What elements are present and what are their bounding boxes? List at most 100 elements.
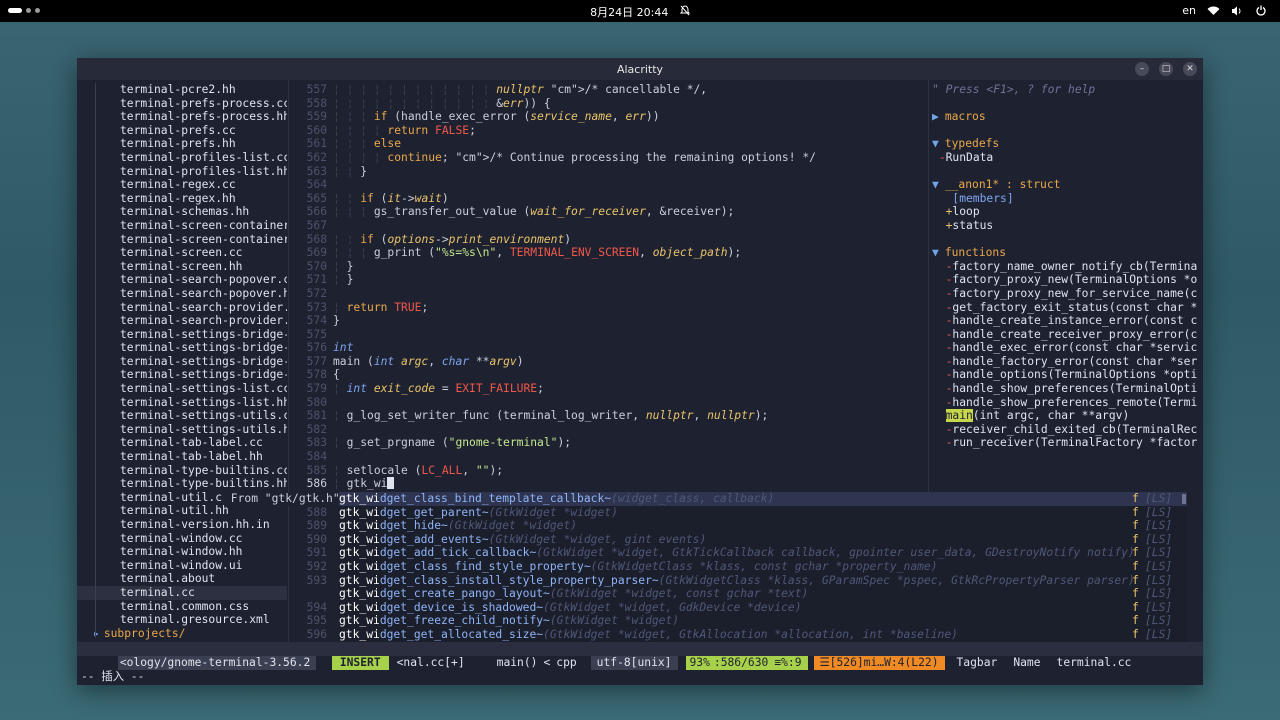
code-text[interactable]: continue; "cm">/* Continue processing th… [387, 151, 816, 164]
editor-pane[interactable]: 557 ¦ ¦ ¦ ¦ ¦ ¦ ¦ ¦ ¦ ¦ ¦ ¦ nullptr "cm">… [291, 83, 927, 491]
code-line[interactable]: 571 ¦ } [291, 273, 927, 287]
completion-name[interactable]: gtk_widget_add_events~ [339, 533, 489, 546]
completion-item[interactable]: gtk_widget_class_install_style_property_… [339, 574, 1187, 588]
tree-file-item[interactable]: terminal-prefs.hh [77, 137, 287, 151]
code-text[interactable]: g_set_prgname ("gnome-terminal"); [347, 436, 571, 449]
code-line[interactable]: 566 ¦ ¦ ¦ gs_transfer_out_value (wait_for… [291, 205, 927, 219]
completion-name[interactable]: gtk_widget_hide~ [339, 519, 448, 532]
title-bar[interactable]: Alacritty – □ ✕ [77, 58, 1203, 80]
tagbar-item[interactable]: -factory_proxy_new(TerminalOptions *o [932, 273, 1202, 287]
tree-file-item[interactable]: terminal.cc [77, 585, 287, 600]
code-text[interactable]: return TRUE; [347, 301, 429, 314]
terminal-area[interactable]: terminal-pcre2.hh terminal-prefs-process.… [77, 80, 1203, 685]
tagbar-item[interactable]: +loop [932, 205, 1202, 219]
completion-name[interactable]: gtk_widget_class_find_style_property~ [339, 560, 591, 573]
code-line[interactable]: 586 ¦ gtk_wi [291, 477, 927, 491]
code-line[interactable]: 581 ¦ g_log_set_writer_func (terminal_log… [291, 409, 927, 423]
tree-file-item[interactable]: terminal-search-popover.h [77, 287, 287, 301]
code-line[interactable]: 570 ¦ } [291, 260, 927, 274]
tagbar-item[interactable]: -RunData [932, 151, 1202, 165]
clock[interactable]: 8月24日 20:44 [0, 4, 1280, 20]
tree-file-item[interactable]: terminal-window.cc [77, 532, 287, 546]
code-line[interactable]: 563 ¦ ¦ } [291, 165, 927, 179]
code-line[interactable]: 560 ¦ ¦ ¦ ¦ return FALSE; [291, 124, 927, 138]
code-line[interactable]: 568 ¦ ¦ if (options->print_environment) [291, 233, 927, 247]
code-line[interactable]: 562 ¦ ¦ ¦ ¦ continue; "cm">/* Continue pr… [291, 151, 927, 165]
code-line[interactable]: 569 ¦ ¦ ¦ g_print ("%s=%s\n", TERMINAL_EN… [291, 246, 927, 260]
tree-file-item[interactable]: terminal-search-provider. [77, 314, 287, 328]
code-text[interactable]: g_log_set_writer_func (terminal_log_writ… [347, 409, 769, 422]
tagbar-group-functions[interactable]: ▼ functions [932, 246, 1202, 260]
tagbar-item-current[interactable]: main(int argc, char **argv) [932, 409, 1202, 423]
tree-file-item[interactable]: terminal-search-provider. [77, 301, 287, 315]
power-icon[interactable] [1254, 5, 1268, 17]
collapsed-icon[interactable]: ▶ [932, 110, 939, 123]
tree-file-item[interactable]: terminal-window.hh [77, 545, 287, 559]
code-line[interactable]: 561 ¦ ¦ ¦ else [291, 137, 927, 151]
tree-file-item[interactable]: terminal-settings-list.hh [77, 396, 287, 410]
code-text[interactable]: &err)) { [496, 97, 550, 110]
tree-file-item[interactable]: terminal-settings-utils.c [77, 409, 287, 423]
code-line[interactable]: 559 ¦ ¦ ¦ if (handle_exec_error (service_… [291, 110, 927, 124]
nerdtree-pane[interactable]: terminal-pcre2.hh terminal-prefs-process.… [77, 83, 287, 640]
tree-file-item[interactable]: terminal-screen-container [77, 233, 287, 247]
volume-icon[interactable] [1230, 5, 1244, 17]
maximize-icon[interactable]: □ [1159, 62, 1173, 76]
completion-item[interactable]: gtk_widget_device_is_shadowed~(GtkWidget… [339, 601, 1187, 615]
code-text[interactable]: } [347, 260, 354, 273]
tree-file-item[interactable]: terminal-version.hh.in [77, 518, 287, 532]
tree-file-item[interactable]: terminal-regex.hh [77, 192, 287, 206]
code-line[interactable]: 558 ¦ ¦ ¦ ¦ ¦ ¦ ¦ ¦ ¦ ¦ ¦ ¦ &err)) { [291, 97, 927, 111]
clock-text[interactable]: 8月24日 20:44 [590, 6, 668, 19]
completion-item[interactable]: gtk_widget_freeze_child_notify~(GtkWidge… [339, 614, 1187, 628]
completion-item[interactable]: gtk_widget_get_allocated_size~(GtkWidget… [339, 628, 1187, 642]
completion-name[interactable]: gtk_widget_create_pango_layout~ [339, 587, 550, 600]
completion-name[interactable]: gtk_widget_class_bind_template_callback~ [339, 492, 611, 505]
code-text[interactable]: { [333, 368, 340, 381]
code-text[interactable]: } [347, 273, 354, 286]
code-text[interactable]: int [333, 341, 353, 354]
code-line[interactable]: 567 [291, 219, 927, 233]
expanded-icon[interactable]: ▼ [932, 246, 939, 259]
tagbar-group-typedefs[interactable]: ▼ typedefs [932, 137, 1202, 151]
tagbar-members[interactable]: [members] [932, 192, 1202, 206]
completion-item[interactable]: gtk_widget_get_parent~(GtkWidget *widget… [339, 506, 1187, 520]
code-line[interactable]: 580 [291, 396, 927, 410]
keyboard-layout[interactable]: en [1182, 4, 1196, 17]
code-text[interactable]: g_print ("%s=%s\n", TERMINAL_ENV_SCREEN,… [374, 246, 741, 259]
tree-file-item[interactable]: terminal-prefs.cc [77, 124, 287, 138]
code-text[interactable]: nullptr "cm">/* cancellable */, [496, 83, 707, 96]
system-tray[interactable]: en [1182, 4, 1268, 17]
code-line[interactable]: 575 [291, 328, 927, 342]
minimize-icon[interactable]: – [1135, 62, 1149, 76]
tagbar-item[interactable]: -get_factory_exit_status(const char * [932, 301, 1202, 315]
code-line[interactable]: 557 ¦ ¦ ¦ ¦ ¦ ¦ ¦ ¦ ¦ ¦ ¦ ¦ nullptr "cm">… [291, 83, 927, 97]
code-line[interactable]: 573 ¦ return TRUE; [291, 301, 927, 315]
code-line[interactable]: 585 ¦ setlocale (LC_ALL, ""); [291, 464, 927, 478]
close-icon[interactable]: ✕ [1183, 62, 1197, 76]
tagbar-item[interactable]: -factory_proxy_new_for_service_name(c [932, 287, 1202, 301]
code-text[interactable]: gtk_wi [347, 477, 388, 490]
tree-file-item[interactable]: terminal-util.hh [77, 504, 287, 518]
tagbar-item[interactable]: -handle_exec_error(const char *servic [932, 341, 1202, 355]
code-line[interactable]: 583 ¦ g_set_prgname ("gnome-terminal"); [291, 436, 927, 450]
tree-file-item[interactable]: terminal-type-builtins.cc [77, 464, 287, 478]
code-text[interactable]: if (it->wait) [360, 192, 448, 205]
completion-item[interactable]: gtk_widget_create_pango_layout~(GtkWidge… [339, 587, 1187, 601]
tagbar-item[interactable]: -run_receiver(TerminalFactory *factor [932, 436, 1202, 450]
tree-file-item[interactable]: terminal-settings-list.cc [77, 382, 287, 396]
tagbar-item[interactable]: -handle_show_preferences(TerminalOpti [932, 382, 1202, 396]
code-line[interactable]: 582 [291, 423, 927, 437]
completion-name[interactable]: gtk_widget_get_allocated_size~ [339, 628, 543, 641]
expanded-icon[interactable]: ▼ [932, 178, 939, 191]
code-text[interactable]: gs_transfer_out_value (wait_for_receiver… [374, 205, 734, 218]
code-text[interactable]: } [360, 165, 367, 178]
code-text[interactable]: int exit_code = EXIT_FAILURE; [347, 382, 544, 395]
code-line[interactable]: 579 ¦ int exit_code = EXIT_FAILURE; [291, 382, 927, 396]
tree-file-item[interactable]: terminal-pcre2.hh [77, 83, 287, 97]
completion-scrollbar[interactable] [1182, 494, 1186, 504]
code-line[interactable]: 576 int [291, 341, 927, 355]
code-text[interactable]: else [374, 137, 401, 150]
completion-name[interactable]: gtk_widget_get_parent~ [339, 506, 489, 519]
completion-item[interactable]: gtk_widget_class_bind_template_callback~… [339, 492, 1187, 506]
